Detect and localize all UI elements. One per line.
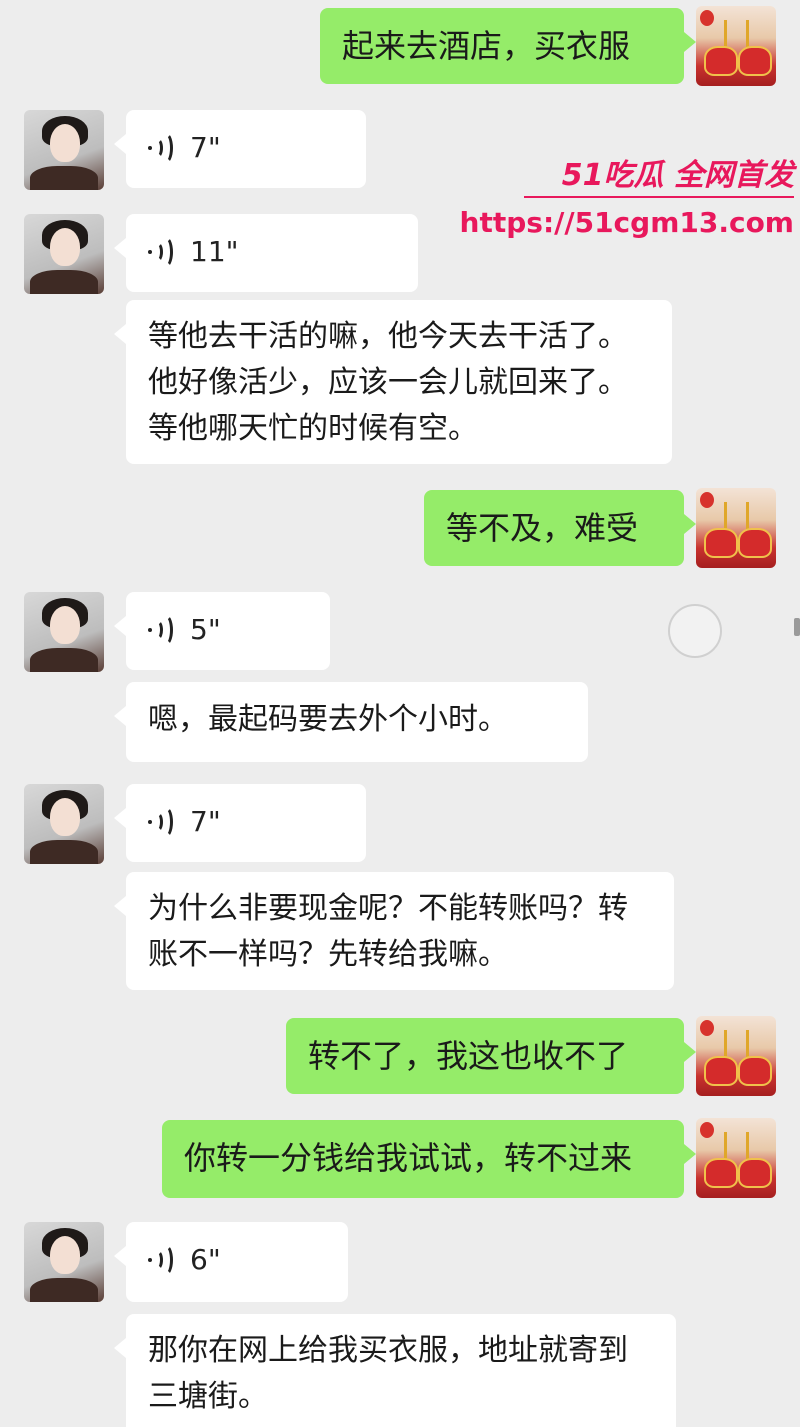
face bbox=[50, 606, 80, 644]
scrollbar[interactable] bbox=[794, 618, 800, 636]
voice-wave-icon bbox=[148, 806, 174, 838]
red-bag-icon bbox=[738, 46, 772, 76]
voice-wave-icon bbox=[148, 614, 174, 646]
voice-duration: 7" bbox=[190, 805, 221, 838]
red-bag-icon bbox=[738, 1056, 772, 1086]
my-avatar[interactable] bbox=[696, 488, 776, 568]
lantern-icon bbox=[700, 10, 714, 26]
voice-wave-icon bbox=[148, 132, 174, 164]
face bbox=[50, 798, 80, 836]
red-bag-icon bbox=[704, 1158, 738, 1188]
shoulder bbox=[30, 840, 98, 864]
message-bubble-outgoing[interactable]: 起来去酒店，买衣服 bbox=[320, 8, 696, 84]
message-bubble-incoming[interactable]: 那你在网上给我买衣服，地址就寄到三塘街。 bbox=[114, 1314, 676, 1427]
voice-duration: 5" bbox=[190, 613, 221, 646]
wheat-sprig bbox=[724, 1030, 727, 1058]
message-bubble-outgoing[interactable]: 转不了，我这也收不了 bbox=[286, 1018, 696, 1094]
red-bag-icon bbox=[704, 46, 738, 76]
contact-avatar[interactable] bbox=[24, 214, 104, 294]
voice-message[interactable]: 7" bbox=[114, 784, 366, 862]
unread-indicator[interactable] bbox=[668, 604, 722, 658]
shoulder bbox=[30, 648, 98, 672]
message-bubble-incoming[interactable]: 等他去干活的嘛，他今天去干活了。他好像活少，应该一会儿就回来了。等他哪天忙的时候… bbox=[114, 300, 672, 464]
shoulder bbox=[30, 270, 98, 294]
face bbox=[50, 228, 80, 266]
voice-message[interactable]: 5" bbox=[114, 592, 330, 670]
watermark-divider bbox=[524, 196, 794, 198]
voice-duration: 11" bbox=[190, 235, 239, 268]
message-bubble-outgoing[interactable]: 等不及，难受 bbox=[424, 490, 696, 566]
wheat-sprig bbox=[724, 1132, 727, 1160]
contact-avatar[interactable] bbox=[24, 592, 104, 672]
my-avatar[interactable] bbox=[696, 6, 776, 86]
voice-message[interactable]: 7" bbox=[114, 110, 366, 188]
message-bubble-incoming[interactable]: 嗯，最起码要去外个小时。 bbox=[114, 682, 588, 762]
contact-avatar[interactable] bbox=[24, 110, 104, 190]
watermark-brand: 51吃瓜 全网首发 bbox=[561, 158, 794, 193]
my-avatar[interactable] bbox=[696, 1016, 776, 1096]
red-bag-icon bbox=[704, 528, 738, 558]
voice-message[interactable]: 11" bbox=[114, 214, 418, 292]
contact-avatar[interactable] bbox=[24, 784, 104, 864]
message-bubble-incoming[interactable]: 为什么非要现金呢？不能转账吗？转账不一样吗？先转给我嘛。 bbox=[114, 872, 674, 990]
face bbox=[50, 124, 80, 162]
lantern-icon bbox=[700, 492, 714, 508]
red-bag-icon bbox=[738, 528, 772, 558]
voice-message[interactable]: 6" bbox=[114, 1222, 348, 1302]
shoulder bbox=[30, 166, 98, 190]
wheat-sprig bbox=[724, 20, 727, 48]
wheat-sprig bbox=[724, 502, 727, 530]
red-bag-icon bbox=[704, 1056, 738, 1086]
watermark: 51吃瓜 全网首发 https://51cgm13.com bbox=[460, 150, 794, 239]
lantern-icon bbox=[700, 1122, 714, 1138]
red-bag-icon bbox=[738, 1158, 772, 1188]
contact-avatar[interactable] bbox=[24, 1222, 104, 1302]
voice-duration: 7" bbox=[190, 131, 221, 164]
lantern-icon bbox=[700, 1020, 714, 1036]
wheat-sprig bbox=[746, 502, 749, 530]
voice-duration: 6" bbox=[190, 1243, 221, 1276]
voice-wave-icon bbox=[148, 1244, 174, 1276]
face bbox=[50, 1236, 80, 1274]
wheat-sprig bbox=[746, 1132, 749, 1160]
wheat-sprig bbox=[746, 20, 749, 48]
shoulder bbox=[30, 1278, 98, 1302]
my-avatar[interactable] bbox=[696, 1118, 776, 1198]
wheat-sprig bbox=[746, 1030, 749, 1058]
watermark-url: https://51cgm13.com bbox=[459, 206, 794, 239]
voice-wave-icon bbox=[148, 236, 174, 268]
message-bubble-outgoing[interactable]: 你转一分钱给我试试，转不过来 bbox=[162, 1120, 696, 1198]
